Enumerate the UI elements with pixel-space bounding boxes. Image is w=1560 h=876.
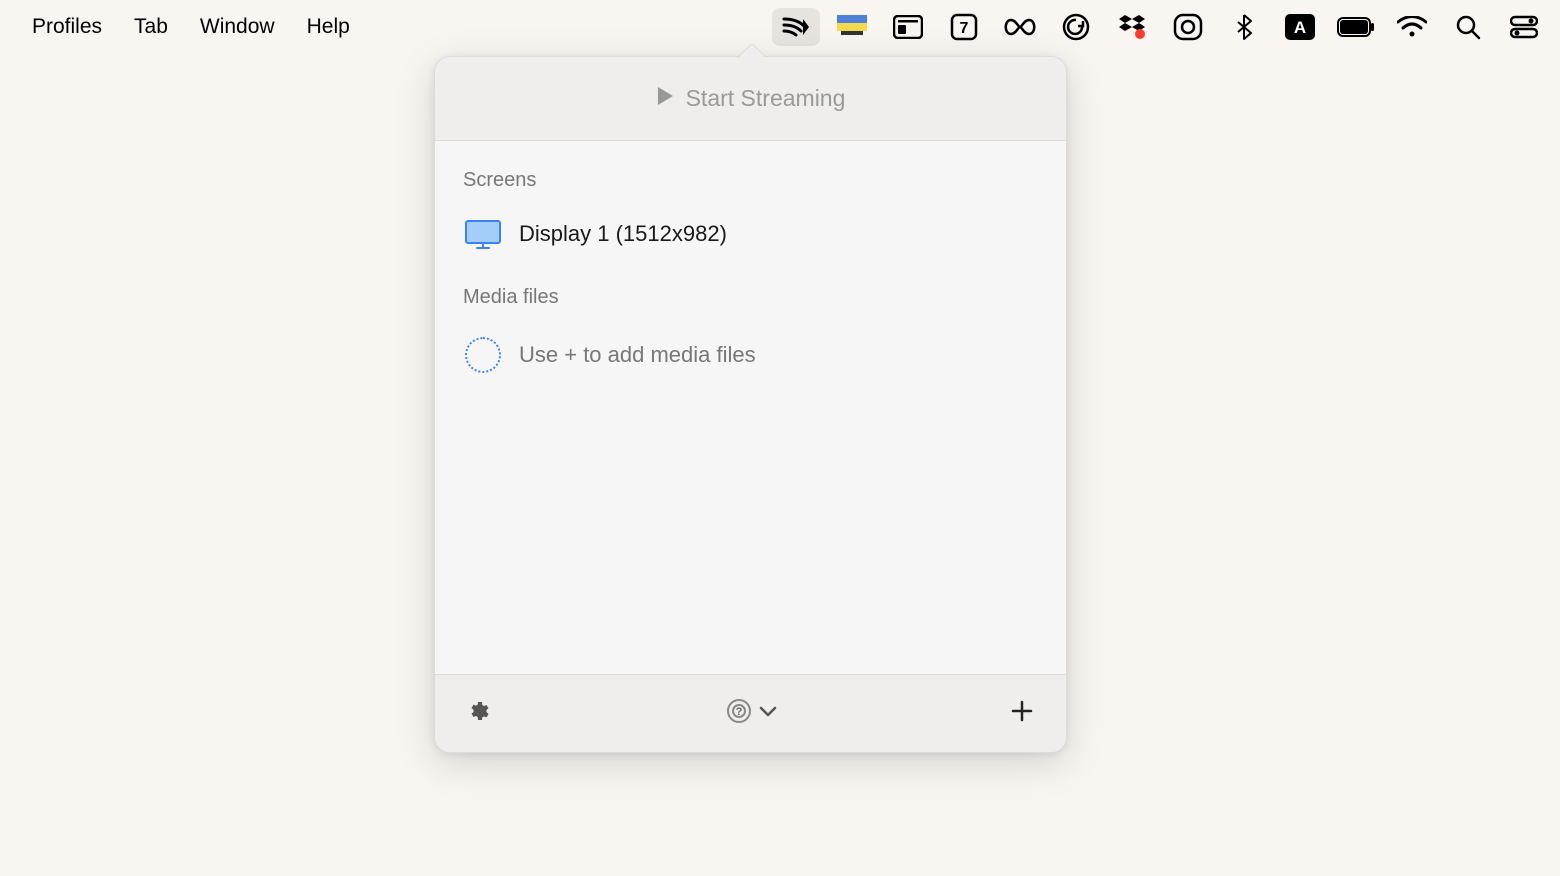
- screens-label: Screens: [463, 169, 1038, 192]
- target-help-icon: ?: [725, 697, 753, 730]
- menubar: Profiles Tab Window Help 7: [0, 0, 1560, 53]
- battery-icon[interactable]: [1332, 8, 1380, 46]
- popover-arrow: [737, 44, 765, 58]
- infinity-icon[interactable]: [996, 8, 1044, 46]
- record-icon[interactable]: [1164, 8, 1212, 46]
- media-placeholder-text: Use + to add media files: [519, 342, 756, 368]
- add-button[interactable]: [1004, 696, 1040, 732]
- grammarly-icon[interactable]: [1052, 8, 1100, 46]
- play-icon: [656, 86, 674, 111]
- menu-help[interactable]: Help: [291, 9, 366, 45]
- app-window-icon[interactable]: [884, 8, 932, 46]
- streaming-popover: Start Streaming Screens Display 1 (1512x…: [434, 56, 1067, 753]
- popover-panel: Start Streaming Screens Display 1 (1512x…: [434, 56, 1067, 753]
- screen-item-label: Display 1 (1512x982): [519, 221, 727, 247]
- start-streaming-button[interactable]: Start Streaming: [435, 57, 1066, 141]
- dropbox-icon[interactable]: [1108, 8, 1156, 46]
- media-files-label: Media files: [463, 286, 1038, 309]
- start-streaming-label: Start Streaming: [686, 85, 846, 112]
- popover-footer: ?: [435, 674, 1066, 752]
- wifi-icon[interactable]: [1388, 8, 1436, 46]
- gear-icon: [467, 699, 491, 728]
- popover-body: Screens Display 1 (1512x982) Media files…: [435, 141, 1066, 674]
- chevron-down-icon: [759, 705, 777, 723]
- screen-item-display1[interactable]: Display 1 (1512x982): [463, 210, 1038, 258]
- media-placeholder-item: Use + to add media files: [463, 327, 1038, 383]
- svg-text:A: A: [1294, 18, 1306, 37]
- monitor-icon: [465, 220, 501, 248]
- target-dropdown[interactable]: ?: [725, 697, 777, 730]
- cast-icon[interactable]: [772, 8, 820, 46]
- search-icon[interactable]: [1444, 8, 1492, 46]
- input-a-icon[interactable]: A: [1276, 8, 1324, 46]
- svg-text:7: 7: [960, 20, 969, 37]
- flag-icon[interactable]: [828, 8, 876, 46]
- control-center-icon[interactable]: [1500, 8, 1548, 46]
- calendar-7-icon[interactable]: 7: [940, 8, 988, 46]
- menubar-left: Profiles Tab Window Help: [0, 9, 366, 45]
- plus-icon: [1010, 699, 1034, 728]
- menu-tab[interactable]: Tab: [118, 9, 184, 45]
- svg-text:?: ?: [735, 706, 742, 718]
- menu-profiles[interactable]: Profiles: [16, 9, 118, 45]
- menu-window[interactable]: Window: [184, 9, 291, 45]
- dotted-circle-icon: [465, 337, 501, 373]
- settings-button[interactable]: [461, 696, 497, 732]
- menubar-right: 7 A: [772, 8, 1560, 46]
- bluetooth-icon[interactable]: [1220, 8, 1268, 46]
